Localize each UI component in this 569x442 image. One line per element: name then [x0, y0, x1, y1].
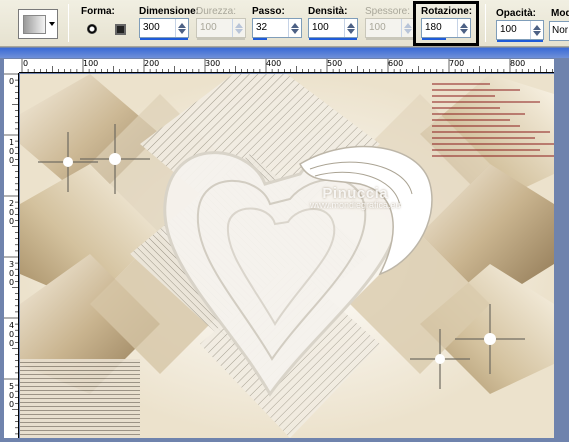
densita-label: Densità:	[308, 6, 348, 17]
ruler-label: 0	[23, 59, 29, 68]
durezza-slider	[197, 38, 245, 40]
spessore-label: Spessore:	[365, 6, 411, 17]
passo-slider[interactable]	[253, 38, 267, 40]
ruler-label: 5 0 0	[9, 382, 15, 409]
ruler-corner	[4, 59, 19, 73]
square-shape-icon	[114, 23, 126, 35]
densita-value[interactable]: 100	[309, 19, 344, 37]
dimensione-value[interactable]: 300	[140, 19, 175, 37]
spin-arrows-icon	[232, 19, 245, 37]
spessore-field: 100	[365, 18, 415, 38]
spessore-slider	[366, 38, 414, 40]
ruler-label: 4 0 0	[9, 321, 15, 348]
round-shape-button[interactable]	[83, 21, 101, 37]
ruler-label: 500	[327, 59, 343, 68]
opacita-value[interactable]: 100	[497, 21, 530, 39]
ruler-label: 100	[83, 59, 99, 68]
ruler-label: 2 0 0	[9, 199, 15, 226]
vertical-ruler: 0 1 0 0 2 0 0 3 0 0 4 0 0 5 0 0	[4, 73, 19, 438]
horizontal-ruler-ticks	[21, 59, 554, 72]
toolbar-separator	[68, 4, 69, 42]
densita-slider[interactable]	[309, 38, 357, 40]
horizontal-ruler: 0 100 200 300 400 500 600 700 800	[19, 59, 554, 73]
durezza-label: Durezza:	[196, 6, 237, 17]
opacita-label: Opacità:	[496, 8, 537, 19]
ruler-label: 600	[388, 59, 404, 68]
spin-arrows-icon[interactable]	[175, 19, 188, 37]
opacita-field[interactable]: 100	[496, 20, 544, 40]
ruler-label: 0	[9, 77, 15, 86]
document-title-bar[interactable]	[0, 48, 569, 58]
square-shape-button[interactable]	[111, 21, 129, 37]
passo-label: Passo:	[252, 6, 285, 17]
tool-options-bar: Forma: Dimensione: 300 Durezza: 100 Pass…	[0, 0, 569, 47]
round-shape-icon	[87, 24, 97, 34]
brush-preset-picker[interactable]	[18, 9, 58, 39]
passo-field[interactable]: 32	[252, 18, 302, 38]
ruler-label: 3 0 0	[9, 260, 15, 287]
canvas-artwork	[20, 74, 554, 438]
spin-arrows-icon[interactable]	[288, 19, 301, 37]
toolbar-separator	[485, 4, 486, 42]
dimensione-field[interactable]: 300	[139, 18, 189, 38]
ruler-label: 400	[266, 59, 282, 68]
rotazione-highlight-box	[413, 1, 479, 46]
workspace-background	[556, 58, 569, 442]
passo-value[interactable]: 32	[253, 19, 288, 37]
dimensione-label: Dimensione:	[139, 6, 200, 17]
ruler-label: 300	[205, 59, 221, 68]
spin-arrows-icon[interactable]	[530, 21, 543, 39]
ruler-label: 800	[510, 59, 526, 68]
watermark: Pinuccia www.mondiegrafica.eu	[310, 185, 401, 210]
ruler-label: 1 0 0	[9, 138, 15, 165]
modalita-label: Moda	[551, 8, 569, 19]
watermark-url: www.mondiegrafica.eu	[310, 200, 401, 210]
image-canvas[interactable]: Pinuccia www.mondiegrafica.eu	[20, 74, 554, 438]
dimensione-slider[interactable]	[140, 38, 188, 40]
dropdown-arrow-icon	[49, 22, 55, 26]
spessore-value: 100	[369, 22, 386, 33]
modalita-select[interactable]: Nor	[549, 21, 569, 41]
forma-label: Forma:	[81, 6, 115, 17]
durezza-value: 100	[200, 22, 217, 33]
spin-arrows-icon[interactable]	[344, 19, 357, 37]
opacita-slider[interactable]	[497, 40, 543, 42]
densita-field[interactable]: 100	[308, 18, 358, 38]
durezza-field: 100	[196, 18, 246, 38]
ruler-label: 700	[449, 59, 465, 68]
preset-brush-icon	[23, 15, 46, 34]
ruler-label: 200	[144, 59, 160, 68]
